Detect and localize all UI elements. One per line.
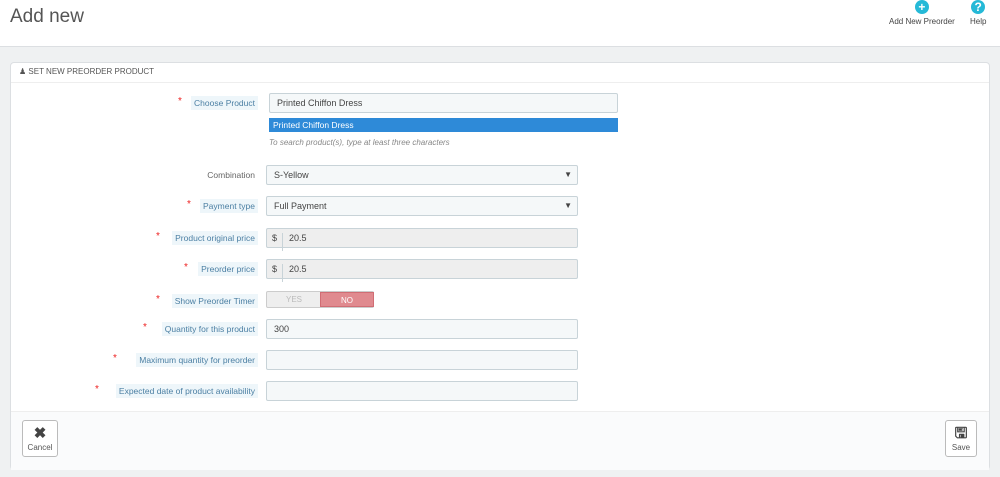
timer-label: Show Preorder Timer	[171, 294, 258, 308]
save-icon: 🖫	[954, 425, 968, 442]
choose-product-input[interactable]: Printed Chiffon Dress	[269, 93, 618, 113]
combination-label: Combination	[207, 170, 255, 180]
original-price-label: Product original price	[172, 231, 258, 245]
preorder-price-label: Preorder price	[198, 262, 258, 276]
add-new-label: Add New Preorder	[889, 17, 955, 26]
cancel-button[interactable]: ✖ Cancel	[22, 420, 58, 457]
caret-down-icon: ▼	[564, 201, 572, 210]
required-icon: *	[156, 294, 160, 305]
payment-type-label: Payment type	[200, 199, 258, 213]
page-title: Add new	[10, 6, 84, 27]
original-price-value: 20.5	[289, 233, 307, 243]
cancel-label: Cancel	[27, 443, 53, 452]
close-icon: ✖	[33, 425, 47, 442]
required-icon: *	[143, 322, 147, 333]
required-icon: *	[113, 353, 117, 364]
timer-yes-option[interactable]: YES	[267, 292, 321, 307]
preorder-price-input[interactable]: $20.5	[266, 259, 578, 282]
currency-addon: $	[267, 264, 283, 282]
combination-value: S-Yellow	[274, 170, 309, 180]
expected-date-input[interactable]	[266, 381, 578, 401]
product-suggestion[interactable]: Printed Chiffon Dress	[269, 118, 618, 132]
currency-addon: $	[267, 233, 283, 251]
caret-down-icon: ▼	[564, 170, 572, 179]
preorder-timer-switch[interactable]: YES NO	[266, 291, 374, 308]
required-icon: *	[95, 384, 99, 395]
original-price-input[interactable]: $20.5	[266, 228, 578, 251]
panel-footer: ✖ Cancel 🖫 Save	[11, 411, 989, 470]
add-new-preorder-button[interactable]: + Add New Preorder	[889, 0, 955, 26]
required-icon: *	[156, 231, 160, 242]
expected-date-label: Expected date of product availability	[115, 384, 258, 398]
plus-circle-icon: +	[914, 0, 929, 14]
help-label: Help	[970, 17, 987, 26]
panel-title: SET NEW PREORDER PRODUCT	[28, 67, 155, 76]
quantity-label: Quantity for this product	[161, 322, 258, 336]
choose-product-label: Choose Product	[191, 96, 258, 110]
save-label: Save	[951, 443, 971, 452]
max-quantity-input[interactable]	[266, 350, 578, 370]
quantity-input[interactable]: 300	[266, 319, 578, 339]
user-icon: ♟	[19, 67, 27, 76]
timer-no-option[interactable]: NO	[320, 292, 374, 307]
product-search-hint: To search product(s), type at least thre…	[269, 138, 450, 147]
preorder-price-value: 20.5	[289, 264, 307, 274]
payment-type-select[interactable]: Full Payment ▼	[266, 196, 578, 216]
payment-type-value: Full Payment	[274, 201, 327, 211]
required-icon: *	[178, 96, 182, 107]
required-icon: *	[184, 262, 188, 273]
panel-heading: ♟ SET NEW PREORDER PRODUCT	[11, 63, 989, 83]
preorder-form-panel: ♟ SET NEW PREORDER PRODUCT * Choose Prod…	[10, 62, 990, 470]
max-quantity-label: Maximum quantity for preorder	[136, 353, 258, 367]
required-icon: *	[187, 199, 191, 210]
help-button[interactable]: ? Help	[970, 0, 986, 26]
help-icon: ?	[971, 0, 986, 14]
combination-select[interactable]: S-Yellow ▼	[266, 165, 578, 185]
save-button[interactable]: 🖫 Save	[945, 420, 977, 457]
page-header: Add new + Add New Preorder ? Help	[0, 0, 1000, 47]
